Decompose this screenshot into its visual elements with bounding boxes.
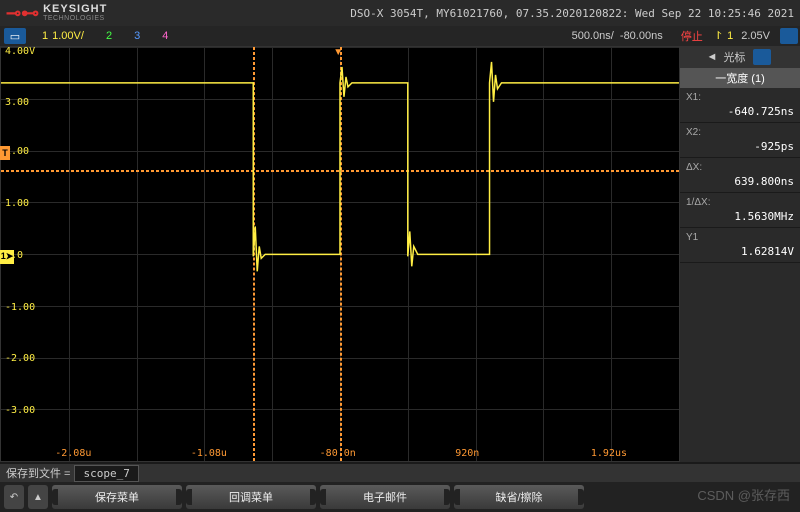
softkey-save-menu[interactable]: 保存菜单 (52, 485, 182, 509)
channel-3-indicator[interactable]: 3 (124, 30, 150, 42)
meas-y1: Y11.62814V (680, 228, 800, 263)
channel-1-indicator[interactable]: 1 1.00V/ (32, 30, 94, 42)
brand-name: KEYSIGHT (43, 4, 107, 15)
ch1-scale: 1.00V/ (52, 30, 84, 42)
brand-subtitle: TECHNOLOGIES (43, 15, 107, 22)
sidebar-menu-icon[interactable] (753, 49, 771, 65)
trigger-level: 2.05V (735, 30, 776, 42)
channel-2-indicator[interactable]: 2 (96, 30, 122, 42)
timebase-readout[interactable]: 500.0ns/ -80.00ns (564, 30, 671, 42)
measurement-name[interactable]: 一宽度 (1) (680, 68, 800, 88)
measurement-sidebar: ◄ 光标 一宽度 (1) X1:-640.725ns X2:-925ps ΔX:… (680, 46, 800, 462)
waveform-ch1 (1, 47, 679, 462)
up-button[interactable]: ▲ (28, 485, 48, 509)
meas-dx: ΔX:639.800ns (680, 158, 800, 193)
run-state[interactable]: 停止 (673, 28, 711, 44)
softkey-default-erase[interactable]: 缺省/擦除 (454, 485, 584, 509)
waveform-display[interactable]: 4.00V 3.00 2.00 1.00 0.0 -1.00 -2.00 -3.… (0, 46, 680, 462)
filename-field[interactable]: scope_7 (74, 465, 138, 482)
ch1-num: 1 (42, 30, 48, 42)
brand-logo: ⊸⊷ KEYSIGHT TECHNOLOGIES (6, 3, 107, 24)
save-status-line: 保存到文件 = scope_7 (0, 464, 800, 482)
back-button[interactable]: ↶ (4, 485, 24, 509)
acquisition-mode-icon[interactable]: ▭ (4, 28, 26, 44)
softkey-email[interactable]: 电子邮件 (320, 485, 450, 509)
save-label: 保存到文件 = (6, 465, 70, 481)
trigger-channel: 1 (727, 30, 733, 42)
keysight-icon: ⊸⊷ (6, 3, 39, 24)
back-arrow-icon[interactable]: ◄ (707, 51, 718, 63)
channel-bar: ▭ 1 1.00V/ 2 3 4 500.0ns/ -80.00ns 停止 ⨡ … (0, 26, 800, 46)
meas-x2: X2:-925ps (680, 123, 800, 158)
model-info: DSO-X 3054T, MY61021760, 07.35.202012082… (350, 7, 794, 20)
softkey-bar: ↶ ▲ 保存菜单 回调菜单 电子邮件 缺省/擦除 (0, 482, 800, 512)
title-bar: ⊸⊷ KEYSIGHT TECHNOLOGIES DSO-X 3054T, MY… (0, 0, 800, 26)
meas-freq: 1/ΔX:1.5630MHz (680, 193, 800, 228)
menu-icon[interactable] (780, 28, 798, 44)
meas-x1: X1:-640.725ns (680, 88, 800, 123)
sidebar-header[interactable]: ◄ 光标 (680, 46, 800, 68)
channel-4-indicator[interactable]: 4 (152, 30, 178, 42)
trigger-edge-icon[interactable]: ⨡ (713, 30, 725, 43)
softkey-recall-menu[interactable]: 回调菜单 (186, 485, 316, 509)
sidebar-title: 光标 (723, 49, 745, 65)
